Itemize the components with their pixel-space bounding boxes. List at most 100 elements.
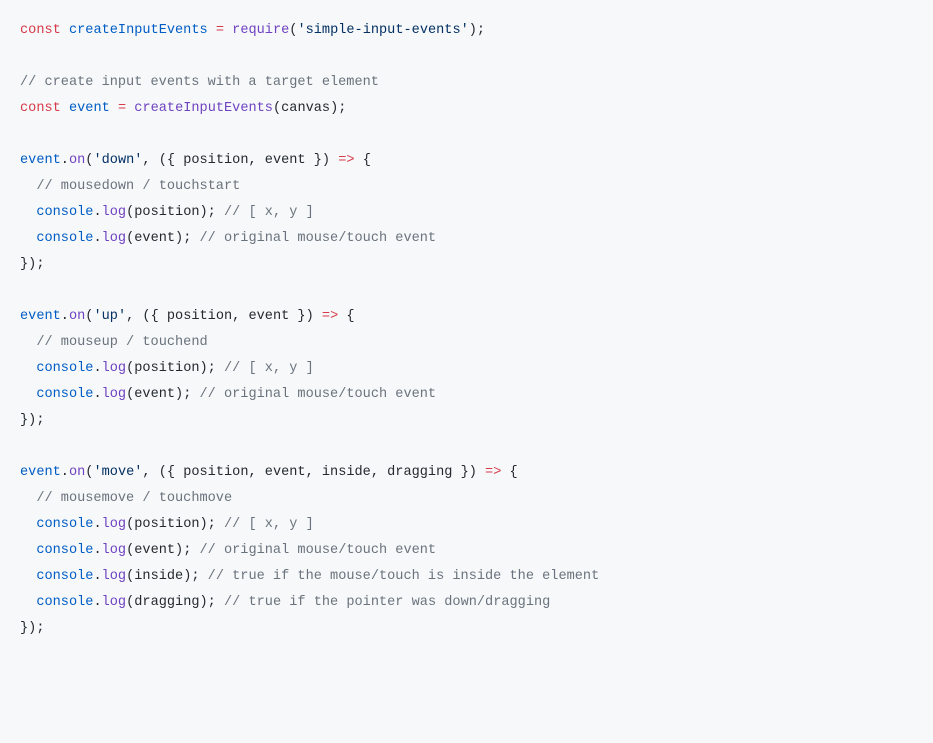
code-token: ); bbox=[469, 23, 485, 38]
code-line: }); bbox=[20, 257, 44, 272]
code-token: on bbox=[69, 309, 85, 324]
code-token bbox=[20, 335, 36, 350]
code-token bbox=[20, 543, 36, 558]
code-token: const bbox=[20, 101, 61, 116]
code-token bbox=[208, 23, 216, 38]
code-token bbox=[20, 569, 36, 584]
code-token: // create input events with a target ele… bbox=[20, 75, 379, 90]
code-token: = bbox=[216, 23, 224, 38]
code-token: log bbox=[102, 231, 126, 246]
code-token: . bbox=[93, 231, 101, 246]
code-block: const createInputEvents = require('simpl… bbox=[0, 0, 933, 662]
code-token: . bbox=[93, 569, 101, 584]
code-token: { bbox=[338, 309, 354, 324]
code-token: . bbox=[61, 153, 69, 168]
code-token bbox=[20, 491, 36, 506]
code-token: console bbox=[36, 361, 93, 376]
code-line: // mousedown / touchstart bbox=[20, 179, 240, 194]
code-token: . bbox=[61, 465, 69, 480]
code-token bbox=[20, 361, 36, 376]
code-token: log bbox=[102, 569, 126, 584]
code-token bbox=[20, 179, 36, 194]
code-token: event bbox=[20, 465, 61, 480]
code-token: (position); bbox=[126, 517, 224, 532]
code-token: . bbox=[93, 387, 101, 402]
code-token: event bbox=[20, 309, 61, 324]
code-token: // original mouse/touch event bbox=[200, 231, 437, 246]
code-token: event bbox=[69, 101, 110, 116]
code-line: console.log(event); // original mouse/to… bbox=[20, 543, 436, 558]
code-line: console.log(position); // [ x, y ] bbox=[20, 517, 314, 532]
code-token: on bbox=[69, 153, 85, 168]
code-token: . bbox=[93, 517, 101, 532]
code-token: 'down' bbox=[93, 153, 142, 168]
code-token: log bbox=[102, 543, 126, 558]
code-token bbox=[110, 101, 118, 116]
code-line: event.on('move', ({ position, event, ins… bbox=[20, 465, 518, 480]
code-token: console bbox=[36, 205, 93, 220]
code-line: console.log(position); // [ x, y ] bbox=[20, 361, 314, 376]
code-token: 'move' bbox=[93, 465, 142, 480]
code-token bbox=[20, 595, 36, 610]
code-token: log bbox=[102, 517, 126, 532]
code-token: console bbox=[36, 517, 93, 532]
code-line: // mousemove / touchmove bbox=[20, 491, 232, 506]
code-line: // create input events with a target ele… bbox=[20, 75, 379, 90]
code-token: createInputEvents bbox=[69, 23, 208, 38]
code-token: log bbox=[102, 361, 126, 376]
code-token: // original mouse/touch event bbox=[200, 387, 437, 402]
code-token: require bbox=[232, 23, 289, 38]
code-token: . bbox=[93, 205, 101, 220]
code-token: console bbox=[36, 595, 93, 610]
code-token: // mousemove / touchmove bbox=[36, 491, 232, 506]
code-token: , ({ position, event, inside, dragging }… bbox=[142, 465, 485, 480]
code-token: (event); bbox=[126, 387, 199, 402]
code-token: (event); bbox=[126, 543, 199, 558]
code-token: console bbox=[36, 231, 93, 246]
code-token: (position); bbox=[126, 205, 224, 220]
code-token: { bbox=[355, 153, 371, 168]
code-token: }); bbox=[20, 413, 44, 428]
code-token: (position); bbox=[126, 361, 224, 376]
code-token: 'up' bbox=[93, 309, 126, 324]
code-token: }); bbox=[20, 621, 44, 636]
code-token: (inside); bbox=[126, 569, 208, 584]
code-token: => bbox=[485, 465, 501, 480]
code-line: console.log(event); // original mouse/to… bbox=[20, 387, 436, 402]
code-line: const event = createInputEvents(canvas); bbox=[20, 101, 346, 116]
code-token: 'simple-input-events' bbox=[297, 23, 468, 38]
code-line: }); bbox=[20, 413, 44, 428]
code-token: // original mouse/touch event bbox=[200, 543, 437, 558]
code-token: => bbox=[322, 309, 338, 324]
code-token: console bbox=[36, 569, 93, 584]
code-token: log bbox=[102, 205, 126, 220]
code-line: }); bbox=[20, 621, 44, 636]
code-token bbox=[20, 517, 36, 532]
code-token bbox=[224, 23, 232, 38]
code-token: const bbox=[20, 23, 61, 38]
code-token: createInputEvents bbox=[134, 101, 273, 116]
code-token: // mousedown / touchstart bbox=[36, 179, 240, 194]
code-token: . bbox=[93, 595, 101, 610]
code-token: event bbox=[20, 153, 61, 168]
code-token: = bbox=[118, 101, 126, 116]
code-token: log bbox=[102, 595, 126, 610]
code-token: // [ x, y ] bbox=[224, 517, 314, 532]
code-token: (dragging); bbox=[126, 595, 224, 610]
code-token: // [ x, y ] bbox=[224, 361, 314, 376]
code-token: // [ x, y ] bbox=[224, 205, 314, 220]
code-token: }); bbox=[20, 257, 44, 272]
code-line: event.on('down', ({ position, event }) =… bbox=[20, 153, 371, 168]
code-token: (event); bbox=[126, 231, 199, 246]
code-token: console bbox=[36, 543, 93, 558]
code-token: { bbox=[501, 465, 517, 480]
code-token: . bbox=[61, 309, 69, 324]
code-line: console.log(inside); // true if the mous… bbox=[20, 569, 599, 584]
code-token: log bbox=[102, 387, 126, 402]
code-token: => bbox=[338, 153, 354, 168]
code-token bbox=[61, 101, 69, 116]
code-line: const createInputEvents = require('simpl… bbox=[20, 23, 485, 38]
code-token bbox=[61, 23, 69, 38]
code-token: , ({ position, event }) bbox=[126, 309, 322, 324]
code-token: . bbox=[93, 543, 101, 558]
